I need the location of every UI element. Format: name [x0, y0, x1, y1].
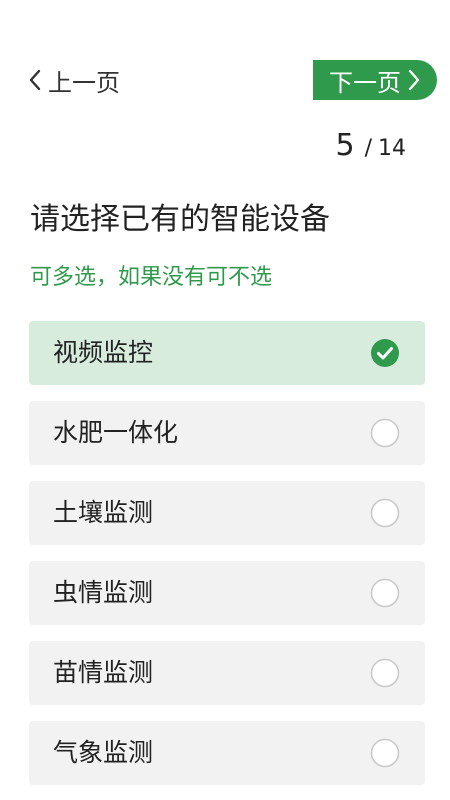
radio-circle-icon — [370, 498, 400, 528]
next-page-button[interactable]: 下一页 — [313, 60, 437, 100]
option-label: 苗情监测 — [53, 658, 154, 687]
option-item[interactable]: 苗情监测 — [29, 641, 425, 705]
prev-page-button[interactable]: 上一页 — [28, 64, 120, 97]
option-label: 虫情监测 — [53, 578, 154, 607]
option-label: 水肥一体化 — [53, 418, 179, 447]
option-item[interactable]: 水肥一体化 — [29, 401, 425, 465]
option-item[interactable]: 气象监测 — [29, 721, 425, 785]
radio-circle-icon — [370, 738, 400, 768]
radio-circle-icon — [370, 578, 400, 608]
page-separator: / — [364, 136, 372, 161]
chevron-right-icon — [408, 69, 420, 91]
current-page-number: 5 — [335, 128, 355, 163]
option-label: 气象监测 — [53, 738, 154, 767]
option-label: 土壤监测 — [53, 498, 154, 527]
option-item[interactable]: 视频监控 — [29, 321, 425, 385]
question-hint: 可多选，如果没有可不选 — [30, 265, 273, 290]
option-item[interactable]: 土壤监测 — [29, 481, 425, 545]
radio-circle-icon — [370, 658, 400, 688]
question-title: 请选择已有的智能设备 — [30, 202, 330, 237]
option-label: 视频监控 — [53, 338, 154, 367]
total-page-number: 14 — [378, 136, 406, 161]
radio-circle-icon — [370, 418, 400, 448]
option-list: 视频监控 水肥一体化 土壤监测 虫情监测 苗情监测 气象监测 — [29, 321, 425, 800]
prev-page-label: 上一页 — [48, 68, 120, 97]
chevron-left-icon — [29, 69, 41, 91]
nav-bar: 上一页 下一页 — [0, 58, 450, 102]
page-counter: 5 / 14 — [335, 128, 406, 163]
check-circle-icon — [371, 339, 399, 367]
survey-page: 上一页 下一页 5 / 14 请选择已有的智能设备 可多选，如果没有可不选 视频… — [0, 0, 450, 800]
option-item[interactable]: 虫情监测 — [29, 561, 425, 625]
next-page-label: 下一页 — [329, 68, 401, 97]
